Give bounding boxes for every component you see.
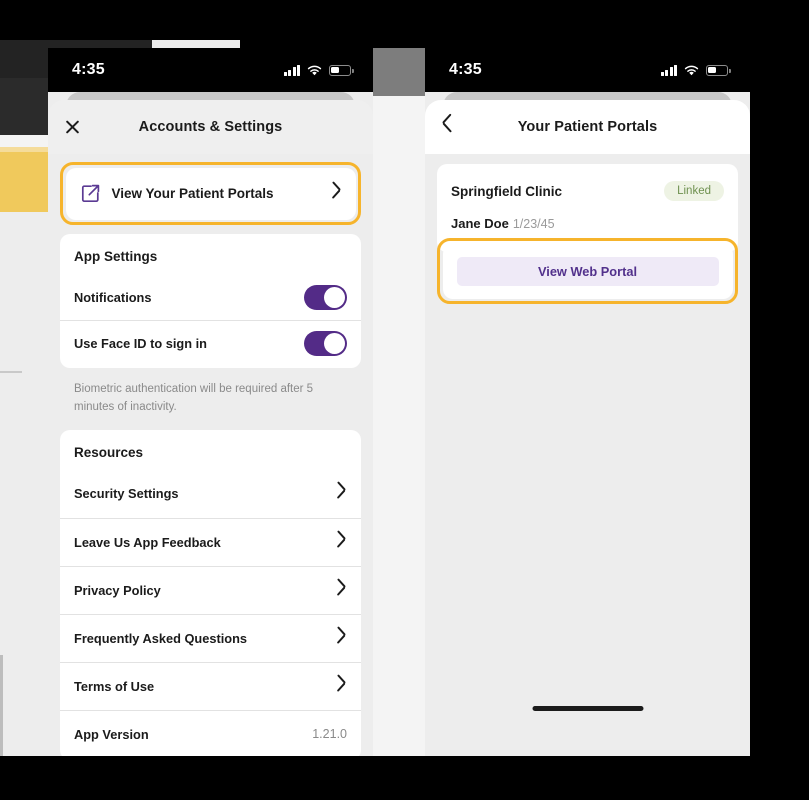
status-bar-time: 4:35 — [72, 61, 105, 78]
external-link-icon — [80, 183, 101, 204]
background-divider — [0, 371, 22, 373]
resource-item-faq[interactable]: Frequently Asked Questions — [60, 613, 361, 662]
cellular-bars-icon — [283, 64, 300, 76]
app-version-row: App Version 1.21.0 — [60, 709, 361, 756]
home-indicator-right — [532, 706, 643, 711]
patient-dob: 1/23/45 — [512, 217, 555, 231]
clinic-name: Springfield Clinic — [451, 183, 563, 199]
web-portal-button-card: View Web Portal — [442, 243, 733, 299]
cellular-bars-icon — [660, 64, 677, 76]
chevron-right-icon — [335, 484, 347, 504]
chevron-right-icon — [335, 676, 347, 696]
biometric-note: Biometric authentication will be require… — [74, 383, 314, 413]
face-id-toggle[interactable] — [304, 331, 347, 356]
patient-portals-sheet: Your Patient Portals Springfield Clinic … — [425, 100, 750, 756]
highlight-ring-portal-link: View Your Patient Portals — [60, 162, 361, 225]
resource-label: Terms of Use — [74, 678, 155, 694]
resources-card: Resources Security Settings Leave Us App… — [60, 429, 361, 756]
view-web-portal-button[interactable]: View Web Portal — [456, 256, 719, 286]
close-icon — [64, 119, 81, 136]
app-version-value: 1.21.0 — [312, 727, 347, 742]
close-button[interactable] — [64, 100, 98, 154]
patient-portals-body: Springfield Clinic Linked Jane Doe 1/23/4… — [425, 154, 750, 304]
status-bar-icons — [283, 64, 354, 76]
resource-label: Privacy Policy — [74, 582, 161, 598]
view-patient-portals-row[interactable]: View Your Patient Portals — [66, 168, 356, 220]
status-bar-icons — [660, 64, 731, 76]
chevron-right-icon — [335, 532, 347, 552]
resources-title: Resources — [74, 444, 144, 460]
resource-item-security-settings[interactable]: Security Settings — [60, 470, 361, 518]
background-gray-block — [373, 48, 426, 96]
setting-label-face-id: Use Face ID to sign in — [74, 336, 207, 351]
back-button[interactable] — [441, 100, 475, 154]
nav-bar-left: Accounts & Settings — [48, 100, 373, 154]
battery-icon — [329, 64, 354, 76]
status-bar-time: 4:35 — [449, 61, 482, 78]
phone-mock-patient-portals: 4:35 Your Patient Portals Springfield Cl… — [425, 48, 750, 756]
clinic-row: Springfield Clinic Linked — [437, 164, 738, 201]
status-bar-left: 4:35 — [48, 48, 373, 92]
wifi-icon — [684, 65, 699, 76]
chevron-right-icon — [335, 580, 347, 600]
chevron-right-icon — [335, 628, 347, 648]
setting-row-face-id[interactable]: Use Face ID to sign in — [60, 320, 361, 366]
background-left-rule — [0, 655, 3, 756]
chevron-left-icon — [441, 117, 454, 137]
status-badge: Linked — [664, 181, 724, 201]
page-title: Your Patient Portals — [517, 119, 658, 135]
patient-name: Jane Doe — [451, 216, 509, 231]
status-bar-right: 4:35 — [425, 48, 750, 92]
settings-body: View Your Patient Portals App Settings N… — [48, 162, 373, 756]
wifi-icon — [307, 65, 322, 76]
resource-item-privacy-policy[interactable]: Privacy Policy — [60, 565, 361, 614]
highlight-ring-web-portal: View Web Portal — [437, 238, 738, 304]
page-title: Accounts & Settings — [138, 119, 283, 135]
setting-row-notifications[interactable]: Notifications — [60, 274, 361, 320]
notifications-toggle[interactable] — [304, 284, 347, 310]
view-patient-portals-label: View Your Patient Portals — [111, 186, 274, 201]
app-settings-card: App Settings Notifications Use Face ID t… — [60, 234, 361, 368]
screenshot-root: 4:35 Accounts & Settings View Your Patie… — [0, 0, 809, 800]
resource-label: Leave Us App Feedback — [74, 534, 221, 550]
chevron-right-icon — [330, 184, 342, 204]
app-settings-title: App Settings — [74, 249, 158, 264]
settings-sheet: Accounts & Settings View Your Patient Po… — [48, 100, 373, 756]
view-web-portal-label: View Web Portal — [537, 263, 638, 279]
resource-item-app-feedback[interactable]: Leave Us App Feedback — [60, 517, 361, 566]
home-indicator-left — [155, 697, 266, 702]
nav-bar-right: Your Patient Portals — [425, 100, 750, 154]
resource-label: Security Settings — [74, 486, 179, 502]
phone-mock-accounts-settings: 4:35 Accounts & Settings View Your Patie… — [48, 48, 373, 756]
resource-label: Frequently Asked Questions — [74, 630, 248, 646]
setting-label-notifications: Notifications — [74, 289, 152, 305]
app-version-label: App Version — [74, 726, 149, 742]
resource-item-terms-of-use[interactable]: Terms of Use — [60, 661, 361, 710]
battery-icon — [706, 64, 731, 76]
background-gap-column — [373, 48, 426, 756]
portal-link-card: View Your Patient Portals — [65, 167, 356, 220]
